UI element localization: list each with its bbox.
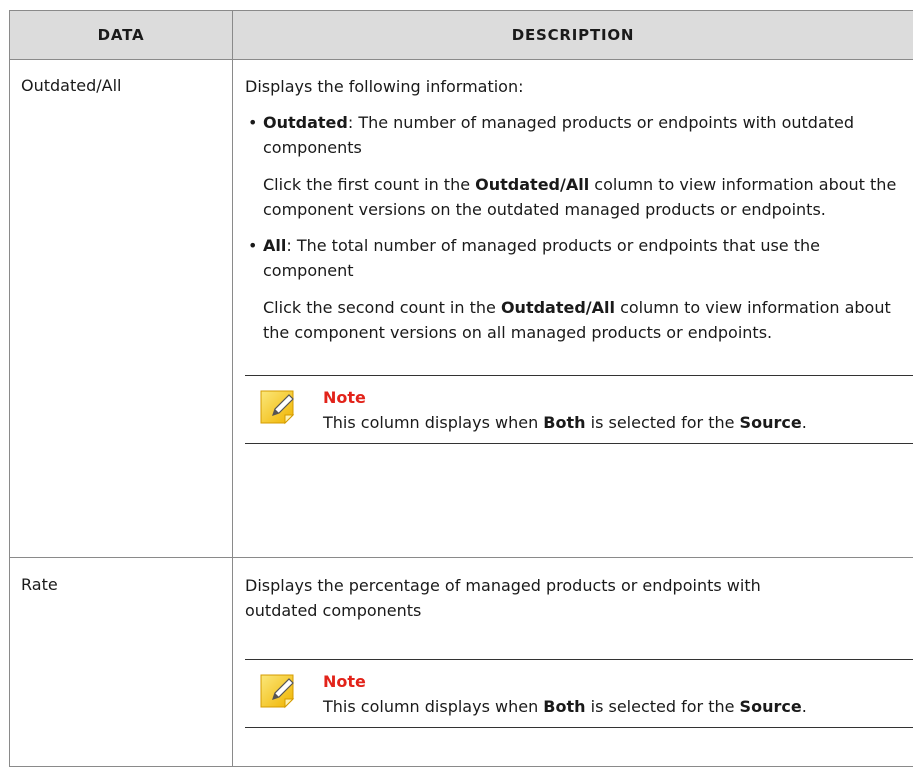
bullet-item-all: •All: The total number of managed produc… — [245, 233, 913, 283]
description-intro: Displays the percentage of managed produ… — [245, 573, 765, 623]
bullet-subparagraph: Click the first count in the Outdated/Al… — [245, 172, 913, 222]
data-label: Outdated/All — [21, 76, 121, 95]
bullet-text: : The number of managed products or endp… — [263, 113, 854, 157]
note-text-part: is selected for the — [586, 413, 740, 432]
data-label: Rate — [21, 575, 58, 594]
sub-text: Click the second count in the — [263, 298, 501, 317]
note-text: This column displays when Both is select… — [323, 410, 807, 435]
note-text-part: This column displays when — [323, 697, 543, 716]
note-title: Note — [323, 385, 807, 410]
data-description-table: Data Description Outdated/All Displays t… — [9, 10, 913, 767]
table-row: Outdated/All Displays the following info… — [10, 60, 913, 558]
sub-bold: Outdated/All — [475, 175, 589, 194]
bullet-item-outdated: •Outdated: The number of managed product… — [245, 110, 913, 160]
note-text-part: is selected for the — [586, 697, 740, 716]
bullet-subparagraph: Click the second count in the Outdated/A… — [245, 295, 913, 345]
table-row: Rate Displays the percentage of managed … — [10, 558, 913, 767]
note-text: This column displays when Both is select… — [323, 694, 807, 719]
column-header-data: Data — [10, 11, 233, 60]
data-cell: Rate — [10, 558, 233, 767]
note-text-part: . — [802, 413, 807, 432]
description-cell: Displays the percentage of managed produ… — [233, 558, 913, 767]
note-text-part: This column displays when — [323, 413, 543, 432]
sub-bold: Outdated/All — [501, 298, 615, 317]
description-cell: Displays the following information: •Out… — [233, 60, 913, 558]
note-box: Note This column displays when Both is s… — [245, 375, 913, 444]
data-cell: Outdated/All — [10, 60, 233, 558]
note-text-part: . — [802, 697, 807, 716]
bullet-text: : The total number of managed products o… — [263, 236, 820, 280]
note-box: Note This column displays when Both is s… — [245, 659, 913, 728]
note-bold: Source — [740, 697, 802, 716]
note-bold: Source — [740, 413, 802, 432]
note-bold: Both — [543, 697, 585, 716]
note-title: Note — [323, 669, 807, 694]
column-header-description: Description — [233, 11, 913, 60]
sub-text: Click the first count in the — [263, 175, 475, 194]
note-pencil-icon — [259, 673, 299, 713]
table-header-row: Data Description — [10, 11, 913, 60]
bullet-term: Outdated — [263, 113, 348, 132]
note-pencil-icon — [259, 389, 299, 429]
bullet-term: All — [263, 236, 286, 255]
note-bold: Both — [543, 413, 585, 432]
description-intro: Displays the following information: — [245, 74, 913, 99]
